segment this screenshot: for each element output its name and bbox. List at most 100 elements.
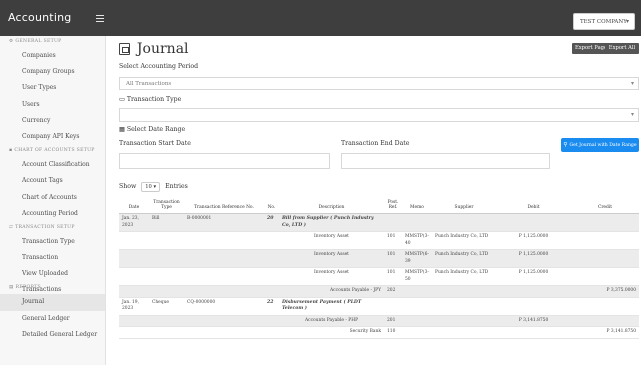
- cell-no: [264, 315, 279, 327]
- page-title: Journal: [136, 41, 189, 57]
- cell-supplier: [432, 297, 496, 316]
- cell-debit: [496, 326, 571, 339]
- cell-ref: [184, 315, 264, 327]
- cell-supplier: [432, 285, 496, 298]
- end-date-input[interactable]: [341, 153, 550, 169]
- col-debit[interactable]: Debit: [496, 199, 571, 214]
- table-header-row: Date Transaction Type Transaction Refere…: [119, 199, 639, 214]
- col-no[interactable]: No.: [264, 199, 279, 214]
- sidebar-item-company-api-keys[interactable]: Company API Keys: [0, 129, 105, 145]
- journal-table: Date Transaction Type Transaction Refere…: [119, 199, 639, 339]
- sidebar-item-user-types[interactable]: User Types: [0, 80, 105, 96]
- entries-control: Show 10 ▾ Entries: [119, 182, 188, 192]
- sidebar-item-company-groups[interactable]: Company Groups: [0, 64, 105, 80]
- sidebar-item-currency[interactable]: Currency: [0, 113, 105, 129]
- accounting-period-value: All Transactions: [126, 81, 172, 87]
- sidebar-item-users[interactable]: Users: [0, 97, 105, 113]
- col-date[interactable]: Date: [119, 199, 149, 214]
- sidebar-item-general-ledger[interactable]: General Ledger: [0, 311, 105, 327]
- date-range-label: ▦ Select Date Range: [119, 126, 186, 133]
- cell-ref: [184, 326, 264, 339]
- cell-credit: [571, 231, 639, 250]
- page-header: Journal: [119, 41, 189, 61]
- show-label: Show: [119, 183, 137, 190]
- export-all-button[interactable]: Export All: [605, 43, 639, 54]
- sidebar-item-accounting-period[interactable]: Accounting Period: [0, 206, 105, 222]
- table-row: Accounts Payable - JPY 202 P 3,375.0000: [119, 285, 639, 298]
- cell-type: Cheque: [149, 297, 184, 316]
- transaction-type-select[interactable]: ▾: [119, 108, 639, 122]
- start-date-input[interactable]: [119, 153, 330, 169]
- cell-ref: B-0000001: [184, 213, 264, 232]
- cell-type: [149, 267, 184, 286]
- gear-icon: ⚙: [9, 39, 14, 44]
- menu-icon[interactable]: [96, 15, 104, 22]
- caret-down-icon: ▾: [630, 111, 634, 118]
- sidebar-item-transaction-type[interactable]: Transaction Type: [0, 234, 105, 250]
- cell-ref: [184, 285, 264, 298]
- sidebar-item-companies[interactable]: Companies: [0, 48, 105, 64]
- cell-post-ref: 101: [384, 267, 402, 286]
- sidebar-item-detailed-general-ledger[interactable]: Detailed General Ledger: [0, 327, 105, 343]
- cell-ref: CQ-0000000: [184, 297, 264, 316]
- table-row: Inventory Asset 101 MMSTP(6-39 Punch Ind…: [119, 249, 639, 268]
- get-journal-button[interactable]: ⚲ Get Journal with Date Range: [561, 138, 639, 152]
- col-memo[interactable]: Memo: [402, 199, 432, 214]
- table-row: Inventory Asset 101 MMSTP(3-40 Punch Ind…: [119, 231, 639, 250]
- cell-debit: P 1,125.0000: [496, 267, 571, 286]
- col-credit[interactable]: Credit: [571, 199, 639, 214]
- cell-description: Inventory Asset: [279, 231, 384, 250]
- transfer-icon: ⇄: [9, 224, 14, 230]
- cell-credit: [571, 297, 639, 316]
- cell-supplier: [432, 315, 496, 327]
- table-row: Jan. 23, 2023 Bill B-0000001 20 Bill fro…: [119, 213, 639, 232]
- cell-ref: [184, 249, 264, 268]
- cell-memo: MMSTP(3-40: [402, 231, 432, 250]
- col-supplier[interactable]: Supplier: [432, 199, 496, 214]
- cell-credit: [571, 213, 639, 232]
- cell-supplier: Punch Industry Co, LTD: [432, 231, 496, 250]
- sidebar-section-header: ⚙ GENERAL SETUP: [9, 39, 62, 44]
- cell-ref: [184, 231, 264, 250]
- accounting-period-select[interactable]: All Transactions ▾: [119, 77, 639, 90]
- company-name: TEST COMPANY: [580, 19, 627, 25]
- sidebar-item-account-classification[interactable]: Account Classification: [0, 157, 105, 173]
- cell-debit: P 1,125.0000: [496, 249, 571, 268]
- cell-memo: [402, 315, 432, 327]
- entries-select[interactable]: 10 ▾: [141, 182, 161, 192]
- sidebar-item-transaction[interactable]: Transaction: [0, 250, 105, 266]
- col-post-ref[interactable]: Post. Ref.: [384, 199, 402, 214]
- cell-date: [119, 326, 149, 339]
- caret-down-icon: ▾: [630, 80, 634, 87]
- journal-icon: [119, 43, 130, 55]
- cell-post-ref: 202: [384, 285, 402, 298]
- search-icon: ⚲: [563, 142, 568, 148]
- sidebar-item-account-tags[interactable]: Account Tags: [0, 173, 105, 189]
- cell-debit: [496, 297, 571, 316]
- cell-ref: [184, 267, 264, 286]
- cell-debit: [496, 285, 571, 298]
- cell-date: [119, 231, 149, 250]
- cell-credit: [571, 249, 639, 268]
- col-reference-no[interactable]: Transaction Reference No.: [184, 199, 264, 214]
- company-selector[interactable]: TEST COMPANY ▾: [573, 13, 635, 30]
- sidebar-item-view-uploaded-transactions[interactable]: View Uploaded Transactions: [0, 266, 105, 293]
- table-row: Jan. 19, 2023 Cheque CQ-0000000 22 Disbu…: [119, 297, 639, 316]
- cell-debit: P 1,125.0000: [496, 231, 571, 250]
- cell-debit: [496, 213, 571, 232]
- cell-credit: [571, 267, 639, 286]
- cell-description: Bill from Supplier ( Punch Industry Co, …: [279, 213, 384, 232]
- end-date-label: Transaction End Date: [341, 140, 410, 147]
- calendar-icon: ▦: [119, 126, 125, 133]
- cell-type: [149, 315, 184, 327]
- col-description[interactable]: Description: [279, 199, 384, 214]
- cell-no: [264, 267, 279, 286]
- sidebar-item-chart-of-accounts[interactable]: Chart of Accounts: [0, 190, 105, 206]
- cell-type: [149, 326, 184, 339]
- cell-no: 20: [264, 213, 279, 232]
- cell-credit: P 3,375.0000: [571, 285, 639, 298]
- col-transaction-type[interactable]: Transaction Type: [149, 199, 184, 214]
- cell-supplier: Punch Industry Co, LTD: [432, 267, 496, 286]
- cell-description: Accounts Payable - PHP: [279, 315, 384, 327]
- cell-date: Jan. 23, 2023: [119, 213, 149, 232]
